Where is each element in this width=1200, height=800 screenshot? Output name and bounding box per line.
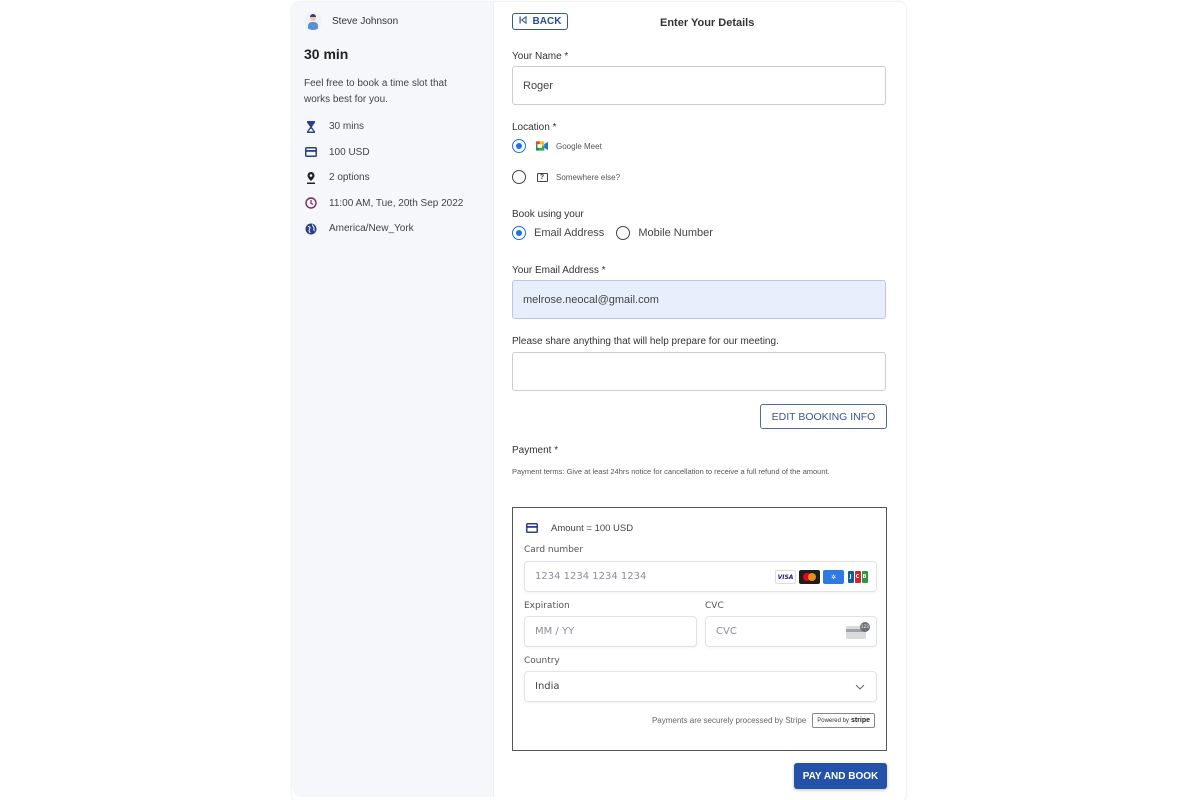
card-number-placeholder: 1234 1234 1234 1234: [535, 571, 647, 582]
notes-input[interactable]: [512, 352, 886, 391]
pay-and-book-button[interactable]: PAY AND BOOK: [794, 763, 887, 789]
email-label: Your Email Address *: [512, 265, 606, 276]
meta-price: 100 USD: [304, 140, 463, 166]
cvc-label: CVC: [705, 601, 724, 611]
cvc-placeholder: CVC: [716, 626, 737, 637]
secure-note-text: Payments are securely processed by Strip…: [651, 716, 807, 725]
meta-label: 2 options: [329, 172, 370, 184]
expiration-input[interactable]: MM / YY: [524, 616, 697, 647]
clock-icon: [304, 196, 318, 210]
avatar: [304, 12, 322, 30]
radio-mobile[interactable]: [616, 226, 631, 240]
stripe-note: Payments are securely processed by Strip…: [652, 713, 875, 728]
card-number-input[interactable]: 1234 1234 1234 1234 VISA ✲ JCB: [524, 561, 877, 592]
event-title: 30 min: [304, 46, 349, 62]
meta-datetime: 11:00 AM, Tue, 20th Sep 2022: [304, 191, 463, 217]
jcb-icon: JCB: [847, 570, 868, 584]
radio-google-meet[interactable]: [512, 139, 526, 153]
expiration-label: Expiration: [524, 601, 570, 611]
payment-label: Payment *: [512, 445, 559, 456]
cvc-input[interactable]: CVC: [705, 616, 877, 647]
country-value: India: [535, 681, 560, 692]
email-input[interactable]: melrose.neocal@gmail.com: [512, 280, 886, 319]
book-using-options: Email Address Mobile Number: [512, 226, 713, 240]
credit-card-icon: [525, 521, 539, 535]
credit-card-icon: [304, 145, 318, 159]
mobile-option-label[interactable]: Mobile Number: [638, 227, 713, 239]
meta-timezone: America/New_York: [304, 216, 463, 242]
meta-label: 30 mins: [329, 121, 365, 133]
event-meta-list: 30 mins 100 USD 2 options 11:00 AM, Tue,…: [304, 114, 463, 242]
country-select[interactable]: India: [524, 671, 877, 702]
event-description: Feel free to book a time slot that works…: [304, 78, 447, 105]
question-box-icon: ?: [536, 172, 548, 182]
hourglass-icon: [304, 120, 318, 134]
radio-email[interactable]: [512, 226, 526, 240]
location-option-somewhere-else[interactable]: ? Somewhere else?: [512, 170, 620, 184]
payment-terms: Payment terms: Give at least 24hrs notic…: [512, 467, 830, 476]
stripe-logo: stripe: [850, 717, 870, 724]
meta-label: 11:00 AM, Tue, 20th Sep 2022: [329, 197, 464, 209]
globe-icon: [304, 222, 318, 236]
host-info: Steve Johnson: [304, 12, 398, 30]
book-using-label: Book using your: [512, 209, 584, 220]
chevron-down-icon: [854, 681, 866, 693]
google-meet-icon: [536, 141, 548, 151]
mastercard-icon: [799, 570, 820, 584]
location-label: Location *: [512, 122, 557, 133]
powered-by-stripe-badge[interactable]: Powered by stripe: [812, 713, 875, 728]
somewhere-else-label: Somewhere else?: [556, 172, 621, 182]
cvc-card-icon: [846, 622, 870, 639]
location-pin-icon: [304, 171, 318, 185]
name-label: Your Name *: [512, 51, 569, 62]
country-label: Country: [524, 656, 560, 666]
google-meet-label: Google Meet: [556, 141, 602, 151]
meta-label: 100 USD: [329, 146, 370, 158]
powered-by-text: Powered by: [817, 717, 849, 724]
location-option-google-meet[interactable]: Google Meet: [512, 139, 602, 153]
notes-label: Please share anything that will help pre…: [512, 336, 779, 347]
page-title: Enter Your Details: [660, 17, 755, 29]
skip-back-icon: [519, 15, 527, 27]
name-input[interactable]: Roger: [512, 66, 886, 105]
event-sidebar: Steve Johnson 30 min Feel free to book a…: [292, 2, 494, 797]
visa-icon: VISA: [775, 570, 796, 584]
meta-label: America/New_York: [329, 223, 414, 235]
stripe-payment-box: Amount = 100 USD Card number 1234 1234 1…: [512, 507, 887, 751]
payment-amount: Amount = 100 USD: [525, 521, 633, 535]
meta-duration: 30 mins: [304, 114, 463, 140]
host-name: Steve Johnson: [332, 15, 399, 27]
details-form: BACK Enter Your Details Your Name * Roge…: [494, 2, 906, 800]
back-label: BACK: [532, 16, 562, 27]
radio-somewhere-else[interactable]: [512, 170, 526, 184]
amex-icon: ✲: [823, 570, 844, 584]
meta-location: 2 options: [304, 165, 463, 191]
booking-card: Steve Johnson 30 min Feel free to book a…: [292, 2, 906, 800]
amount-text: Amount = 100 USD: [551, 522, 634, 534]
card-brands: VISA ✲ JCB: [775, 570, 868, 584]
email-option-label[interactable]: Email Address: [534, 227, 604, 239]
back-button[interactable]: BACK: [512, 13, 568, 30]
expiration-placeholder: MM / YY: [535, 626, 575, 637]
card-number-label: Card number: [524, 545, 584, 555]
edit-booking-info-button[interactable]: EDIT BOOKING INFO: [760, 404, 887, 429]
